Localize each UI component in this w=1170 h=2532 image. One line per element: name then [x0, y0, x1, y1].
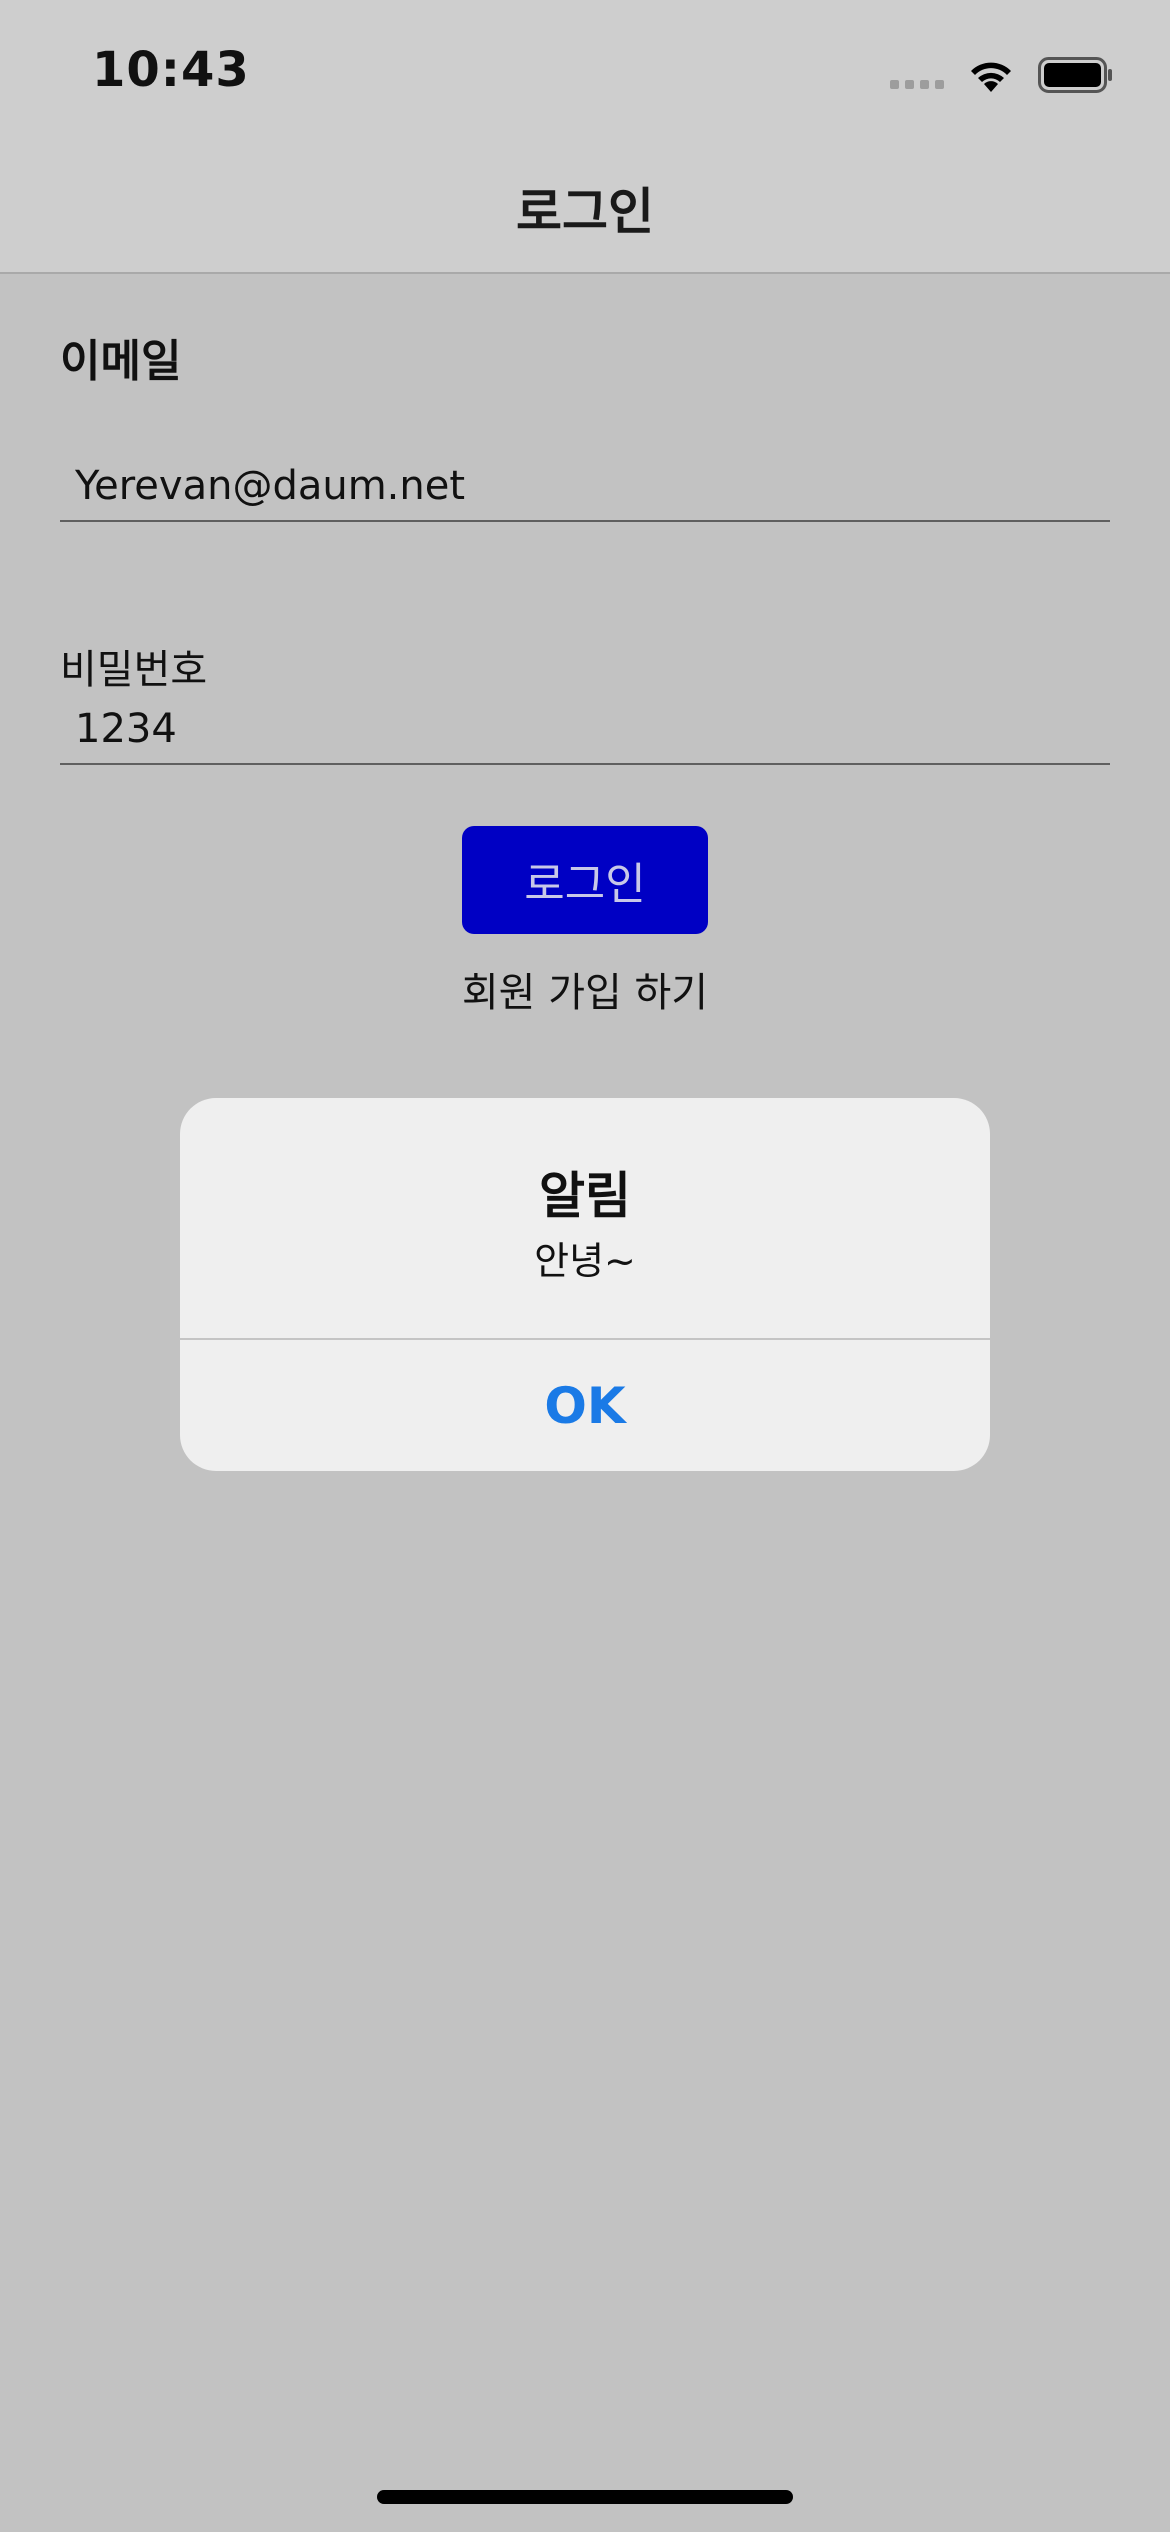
alert-dialog: 알림 안녕~ OK	[180, 1098, 990, 1471]
login-button[interactable]: 로그인	[462, 826, 708, 934]
battery-icon	[1038, 57, 1112, 93]
email-field[interactable]	[60, 452, 1110, 522]
status-time: 10:43	[92, 42, 250, 98]
alert-ok-button[interactable]: OK	[180, 1340, 990, 1471]
top-bar: 10:43 로그인	[0, 0, 1170, 274]
email-label: 이메일	[60, 336, 182, 387]
alert-message: 안녕~	[534, 1239, 636, 1283]
password-label: 비밀번호	[60, 647, 208, 693]
status-icons	[890, 50, 1114, 100]
password-field[interactable]	[60, 695, 1110, 765]
wifi-icon	[971, 62, 1011, 92]
home-indicator[interactable]	[377, 2490, 793, 2504]
signup-link[interactable]: 회원 가입 하기	[0, 960, 1170, 1018]
cellular-signal-icon	[890, 79, 944, 89]
alert-title: 알림	[539, 1167, 631, 1225]
page-title: 로그인	[516, 183, 654, 241]
